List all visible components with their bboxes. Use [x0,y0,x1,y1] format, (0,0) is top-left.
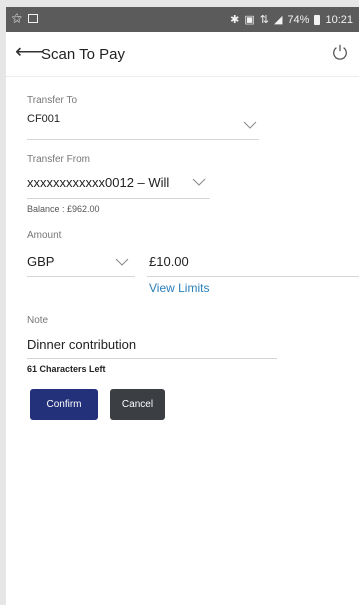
note-underline [27,358,277,359]
signal-icon: ◢ [273,14,283,26]
chevron-down-icon [115,258,129,266]
view-limits-link[interactable]: View Limits [149,281,209,295]
power-icon[interactable] [331,43,349,61]
status-bar: ⚝ ✱ ▣ ⇅ ◢ 74% 10:21 [6,7,359,32]
characters-left: 61 Characters Left [27,364,106,374]
currency-underline [27,276,135,277]
vibrate-icon: ▣ [244,14,255,26]
data-icon: ⇅ [259,14,269,26]
status-left: ⚝ [12,13,38,24]
cancel-button[interactable]: Cancel [110,389,165,420]
battery-percent: 74% [287,13,310,26]
amount-label: Amount [27,230,62,241]
status-right: ✱ ▣ ⇅ ◢ 74% 10:21 [230,13,353,27]
note-label: Note [27,315,49,326]
transfer-to-label: Transfer To [27,95,78,106]
chevron-down-icon [192,178,206,186]
transfer-from-label: Transfer From [27,154,90,165]
battery-icon [314,14,321,25]
amount-input[interactable]: £10.00 [149,254,189,269]
currency-value: GBP [27,254,55,269]
transfer-from-underline [27,198,210,199]
chevron-down-icon [243,121,257,129]
confirm-button[interactable]: Confirm [30,389,98,420]
phone-screen: ⚝ ✱ ▣ ⇅ ◢ 74% 10:21 ⟵ Scan To Pay Transf… [6,7,359,605]
transfer-from-value: xxxxxxxxxxxx0012 – Will [27,175,170,190]
image-icon [27,14,38,23]
amount-underline [147,276,359,277]
clock: 10:21 [325,13,353,26]
bluetooth-icon: ✱ [230,14,240,26]
app-header: ⟵ Scan To Pay [6,32,359,77]
note-input[interactable]: Dinner contribution [27,337,136,352]
arrow-left-icon[interactable]: ⟵ [15,42,44,62]
transfer-to-value: CF001 [27,113,61,125]
key-icon: ⚝ [12,13,22,24]
transfer-to-underline [27,139,259,140]
page-title: Scan To Pay [41,46,125,63]
balance-text: Balance : £962.00 [27,204,100,214]
